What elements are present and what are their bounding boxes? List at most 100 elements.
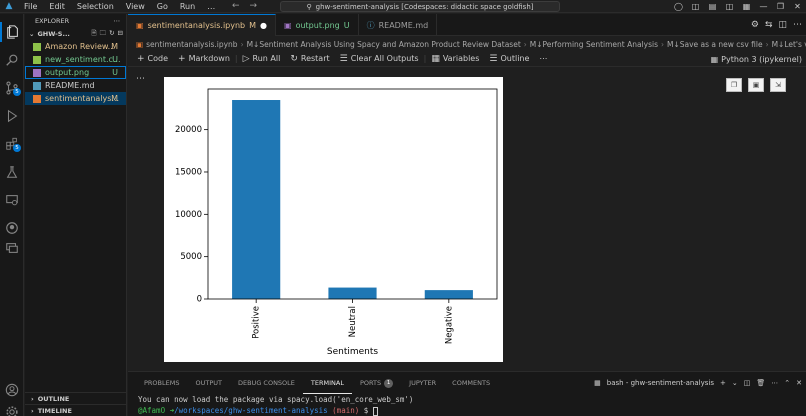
maximize-panel-icon[interactable]: ⌃: [784, 379, 790, 387]
breadcrumb-item[interactable]: M↓Save as a new csv file: [667, 40, 763, 49]
command-center[interactable]: ⚲ ghw-sentiment-analysis [Codespaces: di…: [280, 1, 560, 12]
file-item[interactable]: sentimentanalys... M: [25, 92, 126, 105]
file-item[interactable]: README.md: [25, 79, 126, 92]
menu-more[interactable]: …: [201, 0, 221, 13]
terminal-name[interactable]: bash - ghw-sentiment-analysis: [607, 379, 714, 387]
gear-icon[interactable]: ⚙: [751, 20, 759, 30]
more-actions-icon[interactable]: ⋯: [114, 17, 121, 25]
explorer-icon[interactable]: [0, 22, 24, 42]
breadcrumb-item[interactable]: M↓Performing Sentiment Analysis: [530, 40, 658, 49]
breadcrumb-item[interactable]: M↓Sentiment Analysis Using Spacy and Ama…: [247, 40, 521, 49]
toggle-panel-icon[interactable]: ▤: [704, 2, 721, 11]
variables-button[interactable]: ▦ Variables: [426, 54, 484, 64]
refresh-icon[interactable]: ↻: [109, 29, 114, 40]
tab-debug-console[interactable]: DEBUG CONSOLE: [230, 372, 303, 394]
trash-icon[interactable]: 🗑: [756, 379, 765, 387]
open-changes-icon[interactable]: ⇆: [765, 20, 773, 30]
new-file-icon[interactable]: 🗎: [91, 29, 96, 40]
bottom-panel: PROBLEMS OUTPUT DEBUG CONSOLE TERMINAL P…: [128, 371, 806, 416]
tab-problems[interactable]: PROBLEMS: [136, 372, 187, 394]
split-terminal-icon[interactable]: ◫: [744, 379, 751, 387]
run-all-button[interactable]: ▷ Run All: [238, 54, 286, 64]
info-icon: ⓘ: [366, 20, 375, 30]
outline-section[interactable]: › OUTLINE: [25, 392, 127, 404]
open-output-icon[interactable]: ⇲: [770, 78, 786, 92]
unsaved-dot-icon[interactable]: ●: [260, 21, 267, 30]
toggle-sidebar-icon[interactable]: ◫: [687, 2, 704, 11]
search-icon[interactable]: [0, 50, 24, 70]
menu-file[interactable]: File: [18, 0, 43, 13]
copy-output-icon[interactable]: ❐: [726, 78, 742, 92]
x-tick-label: Neutral: [348, 306, 358, 337]
layout-icon[interactable]: ▦: [738, 2, 755, 11]
cell-more-icon[interactable]: ⋯: [136, 74, 145, 84]
menu-edit[interactable]: Edit: [43, 0, 71, 13]
back-arrow-icon[interactable]: ←: [232, 0, 240, 13]
more-actions-icon[interactable]: ⋯: [793, 20, 802, 30]
save-output-icon[interactable]: ▣: [748, 78, 764, 92]
menu-selection[interactable]: Selection: [71, 0, 120, 13]
toggle-secondary-sidebar-icon[interactable]: ◫: [721, 2, 738, 11]
menu-go[interactable]: Go: [151, 0, 174, 13]
kernel-picker[interactable]: ▦ Python 3 (ipykernel): [711, 51, 802, 67]
outline-button[interactable]: ☰ Outline: [484, 54, 534, 64]
more-actions-icon[interactable]: ⋯: [771, 379, 778, 387]
new-folder-icon[interactable]: 🗀: [100, 29, 107, 40]
file-icon: [33, 81, 41, 90]
breadcrumb-item[interactable]: M↓Let's visualize the distrib: [772, 40, 806, 49]
more-actions-icon[interactable]: ⋯: [534, 54, 552, 63]
tab-ports[interactable]: PORTS 1: [352, 372, 401, 394]
bar-neutral: [328, 287, 377, 299]
workspace-root[interactable]: ⌄ GHW-S... 🗎 🗀 ↻ ⊟: [25, 28, 126, 40]
run-debug-icon[interactable]: [0, 106, 24, 126]
source-control-icon[interactable]: 5: [0, 78, 24, 98]
file-item[interactable]: Amazon Review... M: [25, 40, 126, 53]
testing-icon[interactable]: [0, 162, 24, 182]
y-tick-label: 0: [197, 295, 202, 305]
chevron-down-icon[interactable]: ⌄: [732, 379, 738, 387]
tab-comments[interactable]: COMMENTS: [444, 372, 498, 394]
tab-label: output.png: [295, 20, 340, 30]
account-icon[interactable]: [0, 380, 24, 400]
copilot-icon[interactable]: ◯: [670, 2, 687, 11]
clear-outputs-button[interactable]: ☰ Clear All Outputs: [335, 54, 424, 64]
tab-jupyter[interactable]: JUPYTER: [401, 372, 444, 394]
tab-sentimentanalysis[interactable]: ▣ sentimentanalysis.ipynb M ●: [128, 14, 277, 36]
minimize-icon[interactable]: —: [755, 2, 772, 11]
tab-readme[interactable]: ⓘ README.md: [359, 14, 438, 36]
add-code-cell-button[interactable]: + Code: [132, 54, 173, 64]
timeline-label: TIMELINE: [37, 406, 72, 415]
chevron-down-icon: ⌄: [29, 30, 35, 38]
prompt-path: /workspaces/ghw-sentiment-analysis: [174, 406, 328, 415]
restart-button[interactable]: ↻ Restart: [285, 54, 334, 64]
timeline-section[interactable]: › TIMELINE: [25, 404, 127, 416]
y-tick-label: 15000: [175, 167, 202, 177]
forward-arrow-icon[interactable]: →: [250, 0, 258, 13]
close-panel-icon[interactable]: ✕: [796, 379, 802, 387]
file-item[interactable]: output.png U: [25, 66, 126, 79]
breadcrumb-item[interactable]: sentimentanalysis.ipynb: [146, 40, 237, 49]
github-icon[interactable]: [0, 218, 24, 238]
restore-icon[interactable]: ❐: [772, 2, 789, 11]
comments-icon[interactable]: [0, 238, 24, 258]
tab-output[interactable]: OUTPUT: [187, 372, 230, 394]
x-tick-label: Negative: [444, 306, 454, 344]
new-terminal-icon[interactable]: +: [720, 379, 726, 387]
remote-explorer-icon[interactable]: [0, 190, 24, 210]
settings-gear-icon[interactable]: [0, 402, 24, 416]
tab-status: M: [249, 21, 257, 30]
collapse-all-icon[interactable]: ⊟: [118, 29, 123, 40]
terminal-icon: ▦: [594, 379, 601, 387]
terminal-output[interactable]: You can now load the package via spacy.l…: [128, 394, 806, 416]
close-icon[interactable]: ✕: [789, 2, 806, 11]
menu-run[interactable]: Run: [174, 0, 201, 13]
chevron-right-icon: ›: [240, 39, 244, 49]
extensions-icon[interactable]: 5: [0, 134, 24, 154]
workspace-root-label: GHW-S...: [37, 30, 70, 38]
tab-output-png[interactable]: ▣ output.png U: [276, 14, 359, 36]
menu-view[interactable]: View: [120, 0, 151, 13]
file-item[interactable]: new_sentiment.c... U: [25, 53, 126, 66]
add-markdown-cell-button[interactable]: + Markdown: [173, 54, 235, 64]
split-editor-icon[interactable]: ◫: [778, 20, 787, 30]
tab-terminal[interactable]: TERMINAL: [302, 372, 352, 394]
